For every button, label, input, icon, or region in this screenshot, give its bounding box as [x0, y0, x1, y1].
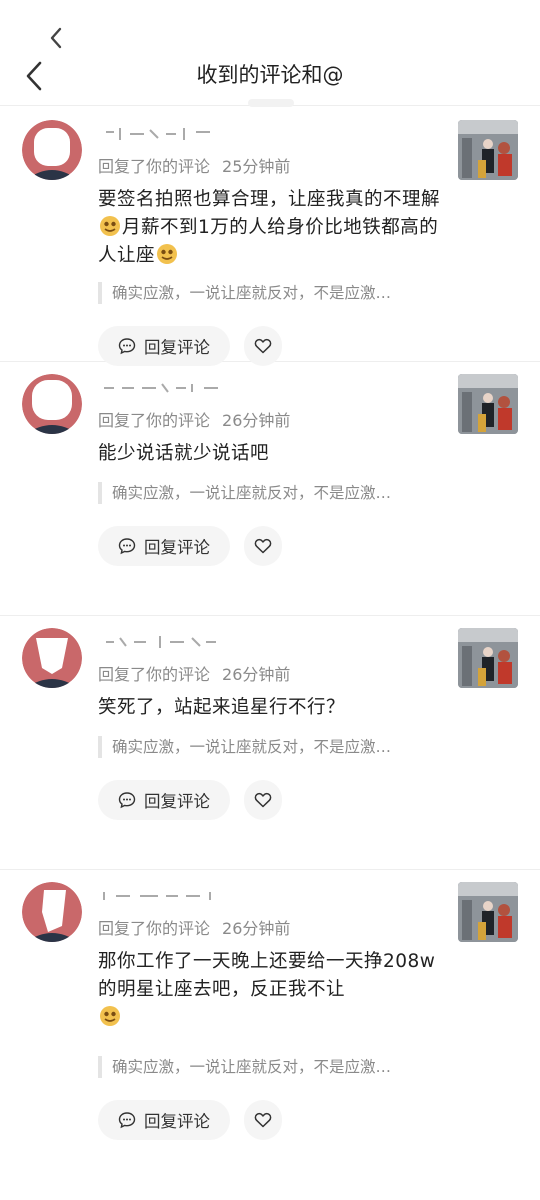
meta-line: 回复了你的评论 26分钟前 [98, 410, 290, 432]
comment-text: 笑死了，站起来追星行不行？ [98, 694, 443, 722]
username[interactable] [100, 376, 250, 400]
quoted-comment[interactable]: 确实应激，一说让座就反对，不是应激… [98, 736, 458, 758]
avatar[interactable] [22, 628, 82, 688]
comment-item[interactable]: 回复了你的评论 26分钟前 那你工作了一天晚上还要给一天挣208w的明星让座去吧，… [0, 870, 540, 1140]
avatar[interactable] [22, 374, 82, 434]
speech-bubble-icon [118, 338, 136, 355]
like-button[interactable] [244, 326, 282, 366]
action-text: 回复了你的评论 [98, 665, 211, 684]
username[interactable] [100, 630, 250, 654]
reply-button[interactable]: 回复评论 [98, 326, 230, 366]
top-bar: 收到的评论和@ [0, 0, 540, 107]
pull-indicator [248, 99, 294, 107]
post-thumbnail[interactable] [458, 882, 518, 942]
speech-bubble-icon [118, 1112, 136, 1129]
heart-icon [254, 338, 272, 354]
quoted-comment[interactable]: 确实应激，一说让座就反对，不是应激… [98, 482, 458, 504]
avatar[interactable] [22, 120, 82, 180]
back-arrow-small-icon[interactable] [46, 26, 66, 50]
blurred-name [103, 892, 211, 900]
heart-icon [254, 538, 272, 554]
comment-text: 那你工作了一天晚上还要给一天挣208w的明星让座去吧，反正我不让 [98, 948, 443, 1032]
page-title: 收到的评论和@ [196, 63, 344, 87]
meta-line: 回复了你的评论 26分钟前 [98, 664, 290, 686]
speech-bubble-icon [118, 538, 136, 555]
like-button[interactable] [244, 526, 282, 566]
blurred-name [106, 128, 210, 140]
comment-text: 要签名拍照也算合理，让座我真的不理解月薪不到1万的人给身价比地铁都高的人让座 [98, 186, 443, 270]
blurred-name [104, 383, 218, 393]
meta-line: 回复了你的评论 25分钟前 [98, 156, 290, 178]
post-thumbnail[interactable] [458, 120, 518, 180]
like-button[interactable] [244, 780, 282, 820]
speech-bubble-icon [118, 792, 136, 809]
money-face-emoji-icon [100, 1006, 120, 1026]
timestamp: 25分钟前 [222, 157, 291, 176]
like-button[interactable] [244, 1100, 282, 1140]
reply-button-label: 回复评论 [144, 1112, 210, 1131]
reply-button-label: 回复评论 [144, 338, 210, 357]
username[interactable] [100, 884, 250, 908]
comment-list: 回复了你的评论 25分钟前 要签名拍照也算合理，让座我真的不理解月薪不到1万的人给… [0, 108, 540, 1140]
timestamp: 26分钟前 [222, 411, 291, 430]
action-text: 回复了你的评论 [98, 157, 211, 176]
reply-button[interactable]: 回复评论 [98, 526, 230, 566]
comment-text-part: 要签名拍照也算合理，让座我真的不理解 [98, 189, 441, 210]
money-face-emoji-icon [157, 244, 178, 264]
blurred-name [106, 636, 216, 648]
comment-item[interactable]: 回复了你的评论 26分钟前 笑死了，站起来追星行不行？ 确实应激，一说让座就反对，… [0, 616, 540, 870]
comment-item[interactable]: 回复了你的评论 26分钟前 能少说话就少说话吧 确实应激，一说让座就反对，不是应激… [0, 362, 540, 616]
post-thumbnail[interactable] [458, 374, 518, 434]
reply-button-label: 回复评论 [144, 792, 210, 811]
avatar[interactable] [22, 882, 82, 942]
comment-text-part: 月薪不到1万的人给身价比地铁都高的人让座 [98, 217, 439, 266]
timestamp: 26分钟前 [222, 919, 291, 938]
money-face-emoji-icon [100, 216, 120, 236]
username[interactable] [100, 122, 250, 146]
meta-line: 回复了你的评论 26分钟前 [98, 918, 290, 940]
comment-item[interactable]: 回复了你的评论 25分钟前 要签名拍照也算合理，让座我真的不理解月薪不到1万的人给… [0, 108, 540, 366]
heart-icon [254, 792, 272, 808]
reply-button[interactable]: 回复评论 [98, 780, 230, 820]
post-thumbnail[interactable] [458, 628, 518, 688]
reply-button[interactable]: 回复评论 [98, 1100, 230, 1140]
quoted-comment[interactable]: 确实应激，一说让座就反对，不是应激… [98, 1056, 458, 1078]
quoted-comment[interactable]: 确实应激，一说让座就反对，不是应激… [98, 282, 458, 304]
action-text: 回复了你的评论 [98, 411, 211, 430]
comment-text-part: 能少说话就少说话吧 [98, 443, 270, 464]
reply-button-label: 回复评论 [144, 538, 210, 557]
comment-text-part: 那你工作了一天晚上还要给一天挣208w的明星让座去吧，反正我不让 [98, 951, 436, 1000]
action-text: 回复了你的评论 [98, 919, 211, 938]
comment-text: 能少说话就少说话吧 [98, 440, 443, 468]
timestamp: 26分钟前 [222, 665, 291, 684]
heart-icon [254, 1112, 272, 1128]
comment-text-part: 笑死了，站起来追星行不行？ [98, 697, 346, 718]
